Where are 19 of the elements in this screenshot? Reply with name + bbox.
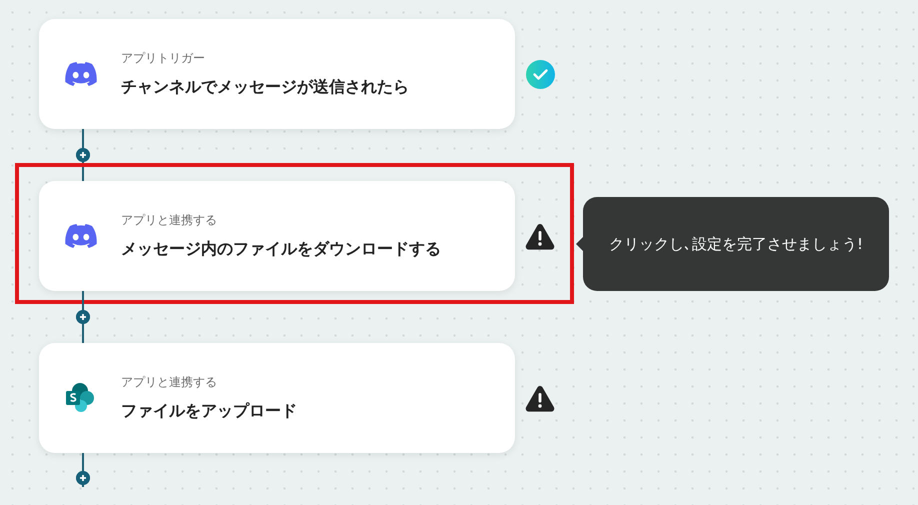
step-card[interactable]: アプリトリガー チャンネルでメッセージが送信されたら	[39, 19, 515, 129]
warning-icon	[525, 222, 555, 250]
step-caption: アプリと連携する	[121, 374, 218, 391]
step-card[interactable]: アプリと連携する ファイルをアップロード	[39, 343, 515, 453]
game-controller-icon	[65, 62, 97, 86]
step-title: ファイルをアップロード	[121, 400, 297, 422]
warning-icon	[525, 384, 555, 412]
step-card[interactable]: アプリと連携する メッセージ内のファイルをダウンロードする	[39, 181, 515, 291]
tooltip: クリックし､設定を完了させましょう!	[583, 197, 889, 291]
add-step-button[interactable]	[76, 310, 90, 324]
step-title: チャンネルでメッセージが送信されたら	[121, 76, 409, 98]
sharepoint-logo-icon	[65, 382, 95, 414]
game-controller-icon	[65, 224, 97, 248]
step-caption: アプリと連携する	[121, 212, 218, 229]
add-step-button[interactable]	[76, 148, 90, 162]
step-title: メッセージ内のファイルをダウンロードする	[121, 238, 441, 260]
add-step-button[interactable]	[76, 471, 90, 485]
step-caption: アプリトリガー	[121, 50, 206, 67]
checkmark-icon	[526, 60, 554, 88]
